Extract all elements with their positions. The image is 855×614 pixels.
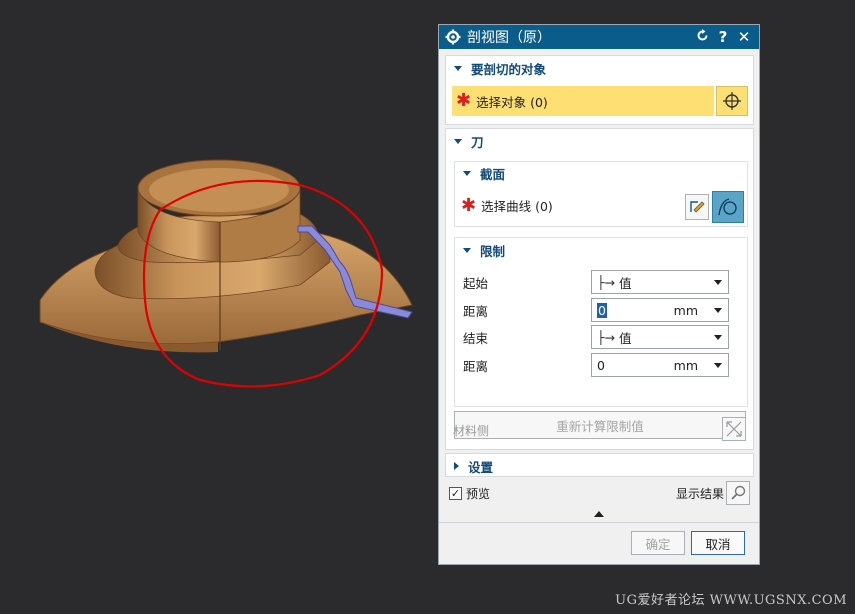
chevron-down-icon [714,280,722,285]
group-knife: 刀 截面 ✱ 选择曲线 (0) 限制 起始 ├→ 值 距离 0 mm 结束 ├→… [445,128,754,450]
select-object-button[interactable] [716,86,748,116]
subgroup-face: 截面 ✱ 选择曲线 (0) [454,161,748,227]
cancel-button[interactable]: 取消 [691,531,745,555]
collapse-icon [463,170,471,176]
group-settings-header[interactable]: 设置 [446,454,753,478]
material-side-label: 材料侧 [453,424,490,438]
sketch-icon [690,201,705,213]
limit-end-distance-input[interactable]: 0 mm [591,353,729,377]
group-knife-header[interactable]: 刀 [446,129,753,153]
required-star-icon: ✱ [461,194,477,216]
limit-end-dropdown[interactable]: ├→ 值 [591,325,729,349]
limit-start-row: 起始 ├→ 值 [463,269,739,295]
preview-label: 预览 [466,487,491,501]
required-star-icon: ✱ [456,90,472,111]
limit-start-distance-row: 距离 0 mm [463,297,739,323]
subgroup-limits: 限制 起始 ├→ 值 距离 0 mm 结束 ├→ 值 距离 0 mm [454,237,748,407]
limit-end-distance-row: 距离 0 mm [463,352,739,378]
reset-button[interactable] [693,28,711,46]
limit-start-dropdown[interactable]: ├→ 值 [591,270,729,294]
crosshair-icon [723,92,741,110]
collapse-icon [463,247,471,253]
group-settings: 设置 [445,453,754,477]
recalculate-limits-button[interactable]: 重新计算限制值 [454,411,746,439]
divider [439,522,759,523]
close-button[interactable]: ✕ [735,28,753,46]
magnifier-icon [731,485,746,500]
subgroup-face-header[interactable]: 截面 [455,162,747,184]
show-result-label: 显示结果 [676,487,725,501]
chevron-down-icon[interactable] [714,363,722,368]
curve-icon [718,198,737,216]
select-object-row[interactable]: ✱ 选择对象 (0) [452,86,714,116]
dialog-title: 剖视图（原） [467,30,551,46]
section-view-dialog: 剖视图（原） ? ✕ 要剖切的对象 ✱ 选择对象 (0) 刀 截面 ✱ 选择曲线… [438,24,760,565]
chevron-down-icon[interactable] [714,308,722,313]
select-curve-row[interactable]: ✱ 选择曲线 (0) [461,196,553,215]
limit-start-distance-input[interactable]: 0 mm [591,298,729,322]
limit-start-distance-label: 距离 [463,303,489,319]
show-result-button[interactable] [726,481,750,505]
chevron-down-icon [714,335,722,340]
expand-icon [454,462,459,470]
flip-material-side-button[interactable] [722,417,746,441]
select-object-label: 选择对象 (0) [476,94,548,110]
dialog-titlebar[interactable]: 剖视图（原） ? ✕ [439,25,759,49]
help-button[interactable]: ? [714,28,732,46]
watermark: UG爱好者论坛 WWW.UGSNX.COM [615,593,847,608]
group-objects-header[interactable]: 要剖切的对象 [446,56,753,80]
value-mode-icon: ├→ [597,329,615,345]
collapse-dialog-icon[interactable] [594,511,604,517]
value-mode-icon: ├→ [597,274,615,290]
limit-end-row: 结束 ├→ 值 [463,324,739,350]
collapse-icon [454,138,462,144]
sketch-section-button[interactable] [685,194,709,220]
limit-end-distance-label: 距离 [463,358,489,374]
preview-checkbox[interactable]: ✓ [449,487,462,500]
limit-end-label: 结束 [463,330,489,346]
collapse-icon [454,65,462,71]
preview-row: ✓ 预览 [449,485,490,502]
limit-start-label: 起始 [463,275,489,291]
ok-button[interactable]: 确定 [631,531,685,555]
reset-icon [697,29,707,41]
curve-section-button[interactable] [712,191,744,223]
select-curve-label: 选择曲线 (0) [481,199,553,214]
group-objects: 要剖切的对象 ✱ 选择对象 (0) [445,55,754,125]
gear-icon [445,29,461,45]
flip-direction-icon [726,421,742,437]
subgroup-limits-header[interactable]: 限制 [455,238,747,262]
